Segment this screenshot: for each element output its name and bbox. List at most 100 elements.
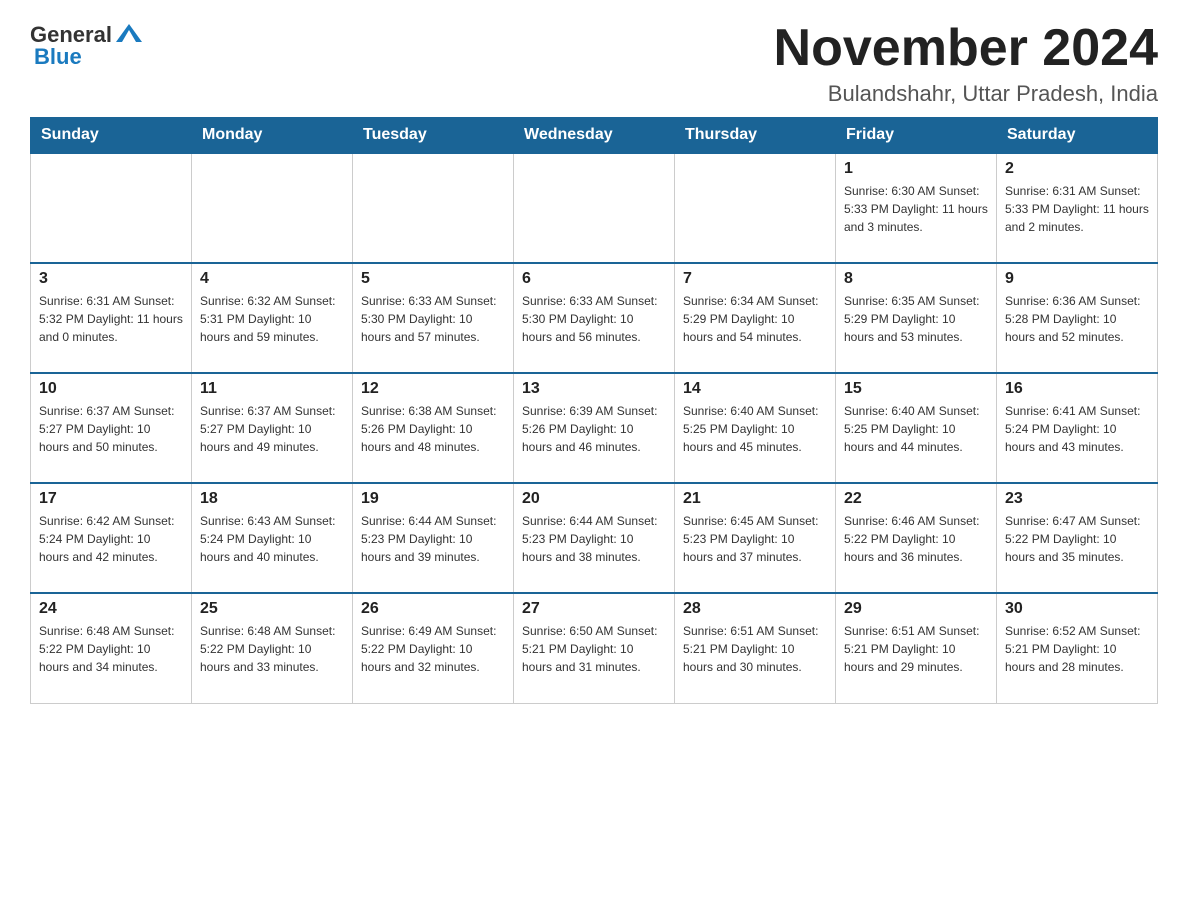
calendar-cell: 24 Sunrise: 6:48 AM Sunset: 5:22 PM Dayli… bbox=[31, 593, 192, 703]
calendar-cell: 16 Sunrise: 6:41 AM Sunset: 5:24 PM Dayli… bbox=[997, 373, 1158, 483]
calendar-cell: 1 Sunrise: 6:30 AM Sunset: 5:33 PM Daylig… bbox=[836, 153, 997, 263]
day-info: Sunrise: 6:51 AM Sunset: 5:21 PM Dayligh… bbox=[844, 622, 988, 676]
day-number: 21 bbox=[683, 490, 827, 508]
calendar-table: Sunday Monday Tuesday Wednesday Thursday… bbox=[30, 117, 1158, 704]
day-number: 4 bbox=[200, 270, 344, 288]
calendar-cell bbox=[353, 153, 514, 263]
day-number: 17 bbox=[39, 490, 183, 508]
calendar-cell: 21 Sunrise: 6:45 AM Sunset: 5:23 PM Dayli… bbox=[675, 483, 836, 593]
calendar-cell: 27 Sunrise: 6:50 AM Sunset: 5:21 PM Dayli… bbox=[514, 593, 675, 703]
day-info: Sunrise: 6:42 AM Sunset: 5:24 PM Dayligh… bbox=[39, 512, 183, 566]
day-number: 30 bbox=[1005, 600, 1149, 618]
calendar-week-row: 10 Sunrise: 6:37 AM Sunset: 5:27 PM Dayli… bbox=[31, 373, 1158, 483]
calendar-cell bbox=[514, 153, 675, 263]
day-number: 12 bbox=[361, 380, 505, 398]
calendar-cell: 9Sunrise: 6:36 AM Sunset: 5:28 PM Daylig… bbox=[997, 263, 1158, 373]
calendar-cell: 3 Sunrise: 6:31 AM Sunset: 5:32 PM Daylig… bbox=[31, 263, 192, 373]
day-info: Sunrise: 6:51 AM Sunset: 5:21 PM Dayligh… bbox=[683, 622, 827, 676]
day-number: 24 bbox=[39, 600, 183, 618]
day-info: Sunrise: 6:34 AM Sunset: 5:29 PM Dayligh… bbox=[683, 292, 827, 346]
day-info: Sunrise: 6:30 AM Sunset: 5:33 PM Dayligh… bbox=[844, 182, 988, 236]
day-info: Sunrise: 6:33 AM Sunset: 5:30 PM Dayligh… bbox=[361, 292, 505, 346]
calendar-cell: 23Sunrise: 6:47 AM Sunset: 5:22 PM Dayli… bbox=[997, 483, 1158, 593]
calendar-header-row: Sunday Monday Tuesday Wednesday Thursday… bbox=[31, 118, 1158, 154]
calendar-week-row: 1 Sunrise: 6:30 AM Sunset: 5:33 PM Daylig… bbox=[31, 153, 1158, 263]
day-number: 1 bbox=[844, 160, 988, 178]
day-number: 29 bbox=[844, 600, 988, 618]
calendar-cell: 13Sunrise: 6:39 AM Sunset: 5:26 PM Dayli… bbox=[514, 373, 675, 483]
calendar-cell: 19Sunrise: 6:44 AM Sunset: 5:23 PM Dayli… bbox=[353, 483, 514, 593]
calendar-cell: 5 Sunrise: 6:33 AM Sunset: 5:30 PM Daylig… bbox=[353, 263, 514, 373]
calendar-cell: 25 Sunrise: 6:48 AM Sunset: 5:22 PM Dayli… bbox=[192, 593, 353, 703]
calendar-cell: 8 Sunrise: 6:35 AM Sunset: 5:29 PM Daylig… bbox=[836, 263, 997, 373]
day-number: 11 bbox=[200, 380, 344, 398]
col-wednesday: Wednesday bbox=[514, 118, 675, 154]
calendar-cell: 10Sunrise: 6:37 AM Sunset: 5:27 PM Dayli… bbox=[31, 373, 192, 483]
day-info: Sunrise: 6:36 AM Sunset: 5:28 PM Dayligh… bbox=[1005, 292, 1149, 346]
calendar-cell: 15Sunrise: 6:40 AM Sunset: 5:25 PM Dayli… bbox=[836, 373, 997, 483]
day-number: 7 bbox=[683, 270, 827, 288]
day-info: Sunrise: 6:48 AM Sunset: 5:22 PM Dayligh… bbox=[200, 622, 344, 676]
day-info: Sunrise: 6:50 AM Sunset: 5:21 PM Dayligh… bbox=[522, 622, 666, 676]
day-info: Sunrise: 6:49 AM Sunset: 5:22 PM Dayligh… bbox=[361, 622, 505, 676]
col-saturday: Saturday bbox=[997, 118, 1158, 154]
day-info: Sunrise: 6:46 AM Sunset: 5:22 PM Dayligh… bbox=[844, 512, 988, 566]
day-info: Sunrise: 6:37 AM Sunset: 5:27 PM Dayligh… bbox=[200, 402, 344, 456]
calendar-cell bbox=[675, 153, 836, 263]
day-number: 6 bbox=[522, 270, 666, 288]
day-number: 22 bbox=[844, 490, 988, 508]
day-number: 16 bbox=[1005, 380, 1149, 398]
day-number: 13 bbox=[522, 380, 666, 398]
day-number: 8 bbox=[844, 270, 988, 288]
calendar-cell: 11 Sunrise: 6:37 AM Sunset: 5:27 PM Dayli… bbox=[192, 373, 353, 483]
day-number: 18 bbox=[200, 490, 344, 508]
day-info: Sunrise: 6:40 AM Sunset: 5:25 PM Dayligh… bbox=[683, 402, 827, 456]
day-info: Sunrise: 6:31 AM Sunset: 5:32 PM Dayligh… bbox=[39, 292, 183, 346]
day-info: Sunrise: 6:35 AM Sunset: 5:29 PM Dayligh… bbox=[844, 292, 988, 346]
day-info: Sunrise: 6:48 AM Sunset: 5:22 PM Dayligh… bbox=[39, 622, 183, 676]
calendar-cell: 29 Sunrise: 6:51 AM Sunset: 5:21 PM Dayli… bbox=[836, 593, 997, 703]
calendar-title: November 2024 bbox=[774, 20, 1158, 77]
calendar-cell: 26Sunrise: 6:49 AM Sunset: 5:22 PM Dayli… bbox=[353, 593, 514, 703]
day-number: 20 bbox=[522, 490, 666, 508]
day-info: Sunrise: 6:45 AM Sunset: 5:23 PM Dayligh… bbox=[683, 512, 827, 566]
day-number: 5 bbox=[361, 270, 505, 288]
day-info: Sunrise: 6:44 AM Sunset: 5:23 PM Dayligh… bbox=[361, 512, 505, 566]
calendar-cell: 30 Sunrise: 6:52 AM Sunset: 5:21 PM Dayli… bbox=[997, 593, 1158, 703]
day-number: 2 bbox=[1005, 160, 1149, 178]
day-number: 27 bbox=[522, 600, 666, 618]
day-info: Sunrise: 6:41 AM Sunset: 5:24 PM Dayligh… bbox=[1005, 402, 1149, 456]
day-number: 28 bbox=[683, 600, 827, 618]
day-number: 14 bbox=[683, 380, 827, 398]
day-info: Sunrise: 6:32 AM Sunset: 5:31 PM Dayligh… bbox=[200, 292, 344, 346]
calendar-cell: 7 Sunrise: 6:34 AM Sunset: 5:29 PM Daylig… bbox=[675, 263, 836, 373]
col-monday: Monday bbox=[192, 118, 353, 154]
day-number: 15 bbox=[844, 380, 988, 398]
day-info: Sunrise: 6:47 AM Sunset: 5:22 PM Dayligh… bbox=[1005, 512, 1149, 566]
page-header: General Blue November 2024 Bulandshahr, … bbox=[30, 20, 1158, 107]
calendar-cell: 28 Sunrise: 6:51 AM Sunset: 5:21 PM Dayli… bbox=[675, 593, 836, 703]
calendar-cell: 22 Sunrise: 6:46 AM Sunset: 5:22 PM Dayli… bbox=[836, 483, 997, 593]
day-info: Sunrise: 6:33 AM Sunset: 5:30 PM Dayligh… bbox=[522, 292, 666, 346]
calendar-cell: 14 Sunrise: 6:40 AM Sunset: 5:25 PM Dayli… bbox=[675, 373, 836, 483]
title-block: November 2024 Bulandshahr, Uttar Pradesh… bbox=[774, 20, 1158, 107]
calendar-subtitle: Bulandshahr, Uttar Pradesh, India bbox=[774, 81, 1158, 107]
calendar-cell: 12 Sunrise: 6:38 AM Sunset: 5:26 PM Dayli… bbox=[353, 373, 514, 483]
day-info: Sunrise: 6:43 AM Sunset: 5:24 PM Dayligh… bbox=[200, 512, 344, 566]
day-number: 3 bbox=[39, 270, 183, 288]
logo: General Blue bbox=[30, 20, 146, 70]
calendar-week-row: 3 Sunrise: 6:31 AM Sunset: 5:32 PM Daylig… bbox=[31, 263, 1158, 373]
calendar-cell: 20Sunrise: 6:44 AM Sunset: 5:23 PM Dayli… bbox=[514, 483, 675, 593]
day-info: Sunrise: 6:52 AM Sunset: 5:21 PM Dayligh… bbox=[1005, 622, 1149, 676]
col-sunday: Sunday bbox=[31, 118, 192, 154]
day-number: 25 bbox=[200, 600, 344, 618]
day-number: 10 bbox=[39, 380, 183, 398]
calendar-cell bbox=[31, 153, 192, 263]
day-info: Sunrise: 6:38 AM Sunset: 5:26 PM Dayligh… bbox=[361, 402, 505, 456]
calendar-cell: 2Sunrise: 6:31 AM Sunset: 5:33 PM Daylig… bbox=[997, 153, 1158, 263]
calendar-cell bbox=[192, 153, 353, 263]
calendar-week-row: 24 Sunrise: 6:48 AM Sunset: 5:22 PM Dayli… bbox=[31, 593, 1158, 703]
logo-blue-text: Blue bbox=[34, 44, 82, 70]
col-friday: Friday bbox=[836, 118, 997, 154]
calendar-week-row: 17 Sunrise: 6:42 AM Sunset: 5:24 PM Dayli… bbox=[31, 483, 1158, 593]
